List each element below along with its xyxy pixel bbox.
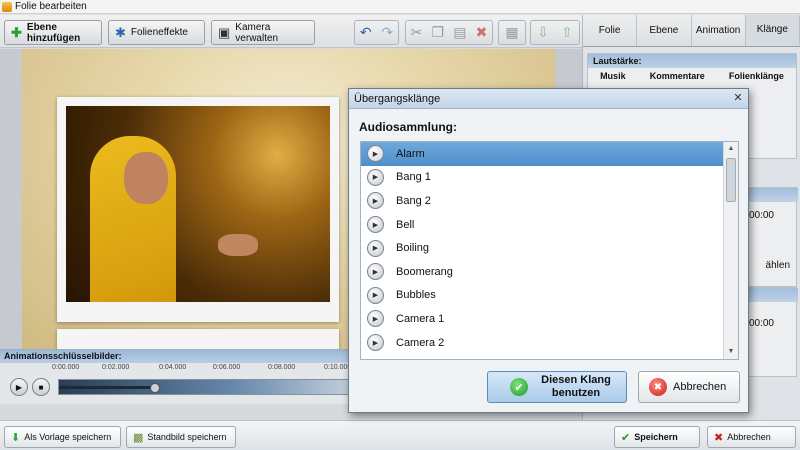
sound-name: Alarm (396, 147, 425, 160)
sound-name: Bell (396, 218, 415, 231)
sound-list-item[interactable]: ▶ Boiling (361, 236, 724, 260)
sound-list-item[interactable]: ▶ Camera 2 (361, 331, 724, 355)
scroll-up-icon[interactable]: ▲ (724, 142, 738, 156)
sound-name: Boiling (396, 242, 430, 255)
dialog-cancel-button[interactable]: ✖ Abbrechen (638, 371, 740, 403)
play-icon[interactable]: ▶ (367, 263, 384, 281)
transition-sounds-dialog: Übergangsklänge ✕ Audiosammlung: ▶ Alarm ▶… (348, 88, 749, 413)
sound-list-item[interactable]: ▶ Bang 1 (361, 166, 724, 190)
cancel-x-icon: ✖ (714, 431, 724, 444)
play-icon[interactable]: ▶ (367, 216, 384, 234)
sound-name: Boomerang (396, 265, 453, 278)
cancel-icon: ✖ (649, 378, 667, 396)
play-icon[interactable]: ▶ (367, 168, 384, 186)
dialog-titlebar: Übergangsklänge ✕ (349, 89, 748, 109)
use-sound-button[interactable]: ✔ Diesen Klang benutzen (487, 371, 627, 403)
play-icon[interactable]: ▶ (367, 334, 384, 352)
save-button[interactable]: ✔ Speichern (614, 426, 700, 448)
play-icon[interactable]: ▶ (367, 239, 384, 257)
window-titlebar: Folie bearbeiten (0, 0, 800, 14)
dialog-cancel-label: Abbrechen (673, 381, 727, 393)
use-sound-label: Diesen Klang benutzen (541, 374, 611, 399)
window-title: Folie bearbeiten (15, 1, 87, 12)
sound-list-item[interactable]: ▶ Boomerang (361, 260, 724, 284)
image-icon: ▩ (133, 431, 144, 444)
cancel-button[interactable]: ✖ Abbrechen (707, 426, 796, 448)
sound-name: Camera 2 (396, 336, 445, 349)
dialog-footer: ✔ Diesen Klang benutzen ✖ Abbrechen (349, 362, 748, 412)
checkmark-icon: ✔ (510, 378, 528, 396)
save-still-image-button[interactable]: ▩ Standbild speichern (126, 426, 236, 448)
app-icon (2, 1, 12, 12)
sound-list-item[interactable]: ▶ Camera 1 (361, 307, 724, 331)
close-icon[interactable]: ✕ (731, 92, 745, 105)
sound-list[interactable]: ▶ Alarm ▶ Bang 1 ▶ Bang 2 ▶ Bell ▶ Boiling ▶ Boomer… (360, 141, 739, 360)
play-icon[interactable]: ▶ (367, 145, 384, 163)
cancel-label: Abbrechen (727, 432, 771, 442)
scroll-down-icon[interactable]: ▼ (724, 345, 738, 359)
dialog-title: Übergangsklänge (354, 93, 441, 105)
sound-name: Bubbles (396, 289, 436, 302)
sound-name: Bang 2 (396, 194, 431, 207)
sound-list-item[interactable]: ▶ Alarm (361, 142, 724, 166)
save-check-icon: ✔ (621, 431, 631, 444)
bottom-bar: ⬇ Als Vorlage speichern ▩ Standbild spei… (0, 420, 800, 450)
sound-name: Bang 1 (396, 171, 431, 184)
template-icon: ⬇ (11, 431, 21, 444)
sound-list-item[interactable]: ▶ Bang 2 (361, 189, 724, 213)
scrollbar-thumb[interactable] (726, 158, 736, 202)
save-still-image-label: Standbild speichern (147, 432, 227, 442)
sound-list-items: ▶ Alarm ▶ Bang 1 ▶ Bang 2 ▶ Bell ▶ Boiling ▶ Boomer… (361, 142, 724, 354)
sound-name: Camera 1 (396, 312, 445, 325)
play-icon[interactable]: ▶ (367, 192, 384, 210)
save-label: Speichern (634, 432, 678, 442)
sound-list-item[interactable]: ▶ Bubbles (361, 284, 724, 308)
save-as-template-button[interactable]: ⬇ Als Vorlage speichern (4, 426, 121, 448)
sound-list-item[interactable]: ▶ Bell (361, 213, 724, 237)
audio-collection-label: Audiosammlung: (359, 120, 457, 134)
play-icon[interactable]: ▶ (367, 310, 384, 328)
sound-list-scrollbar[interactable]: ▲ ▼ (723, 142, 738, 359)
save-as-template-label: Als Vorlage speichern (24, 432, 112, 442)
play-icon[interactable]: ▶ (367, 286, 384, 304)
